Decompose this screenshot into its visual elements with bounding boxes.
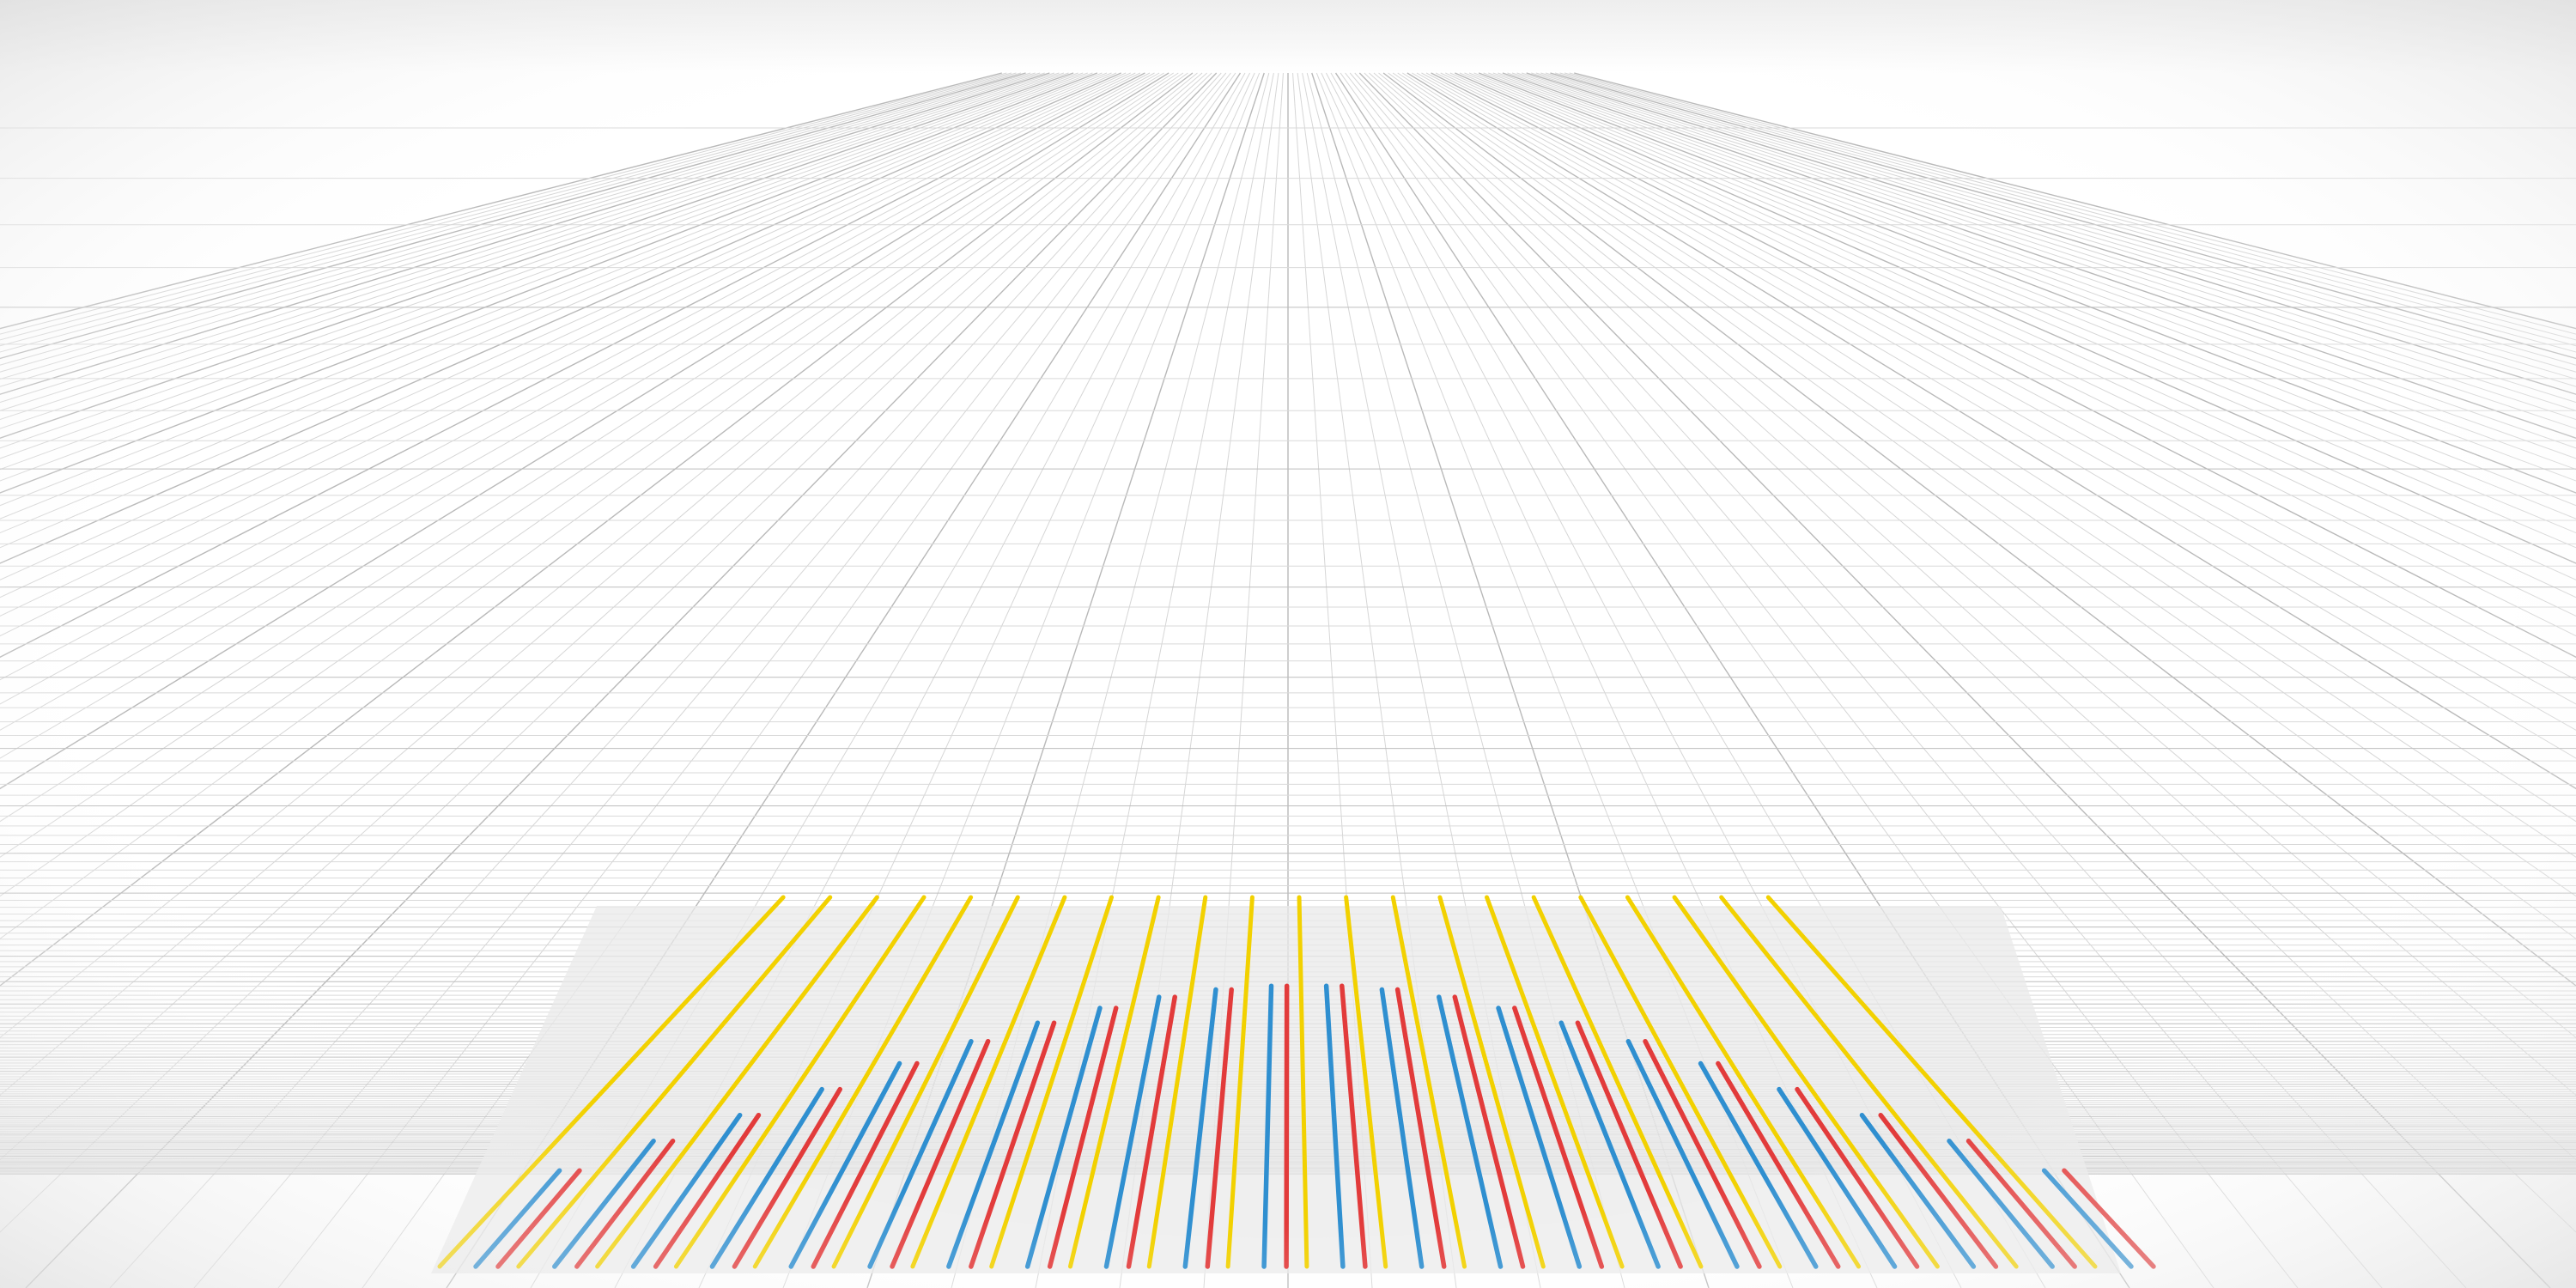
bar-series-3-11 bbox=[1284, 983, 1290, 1269]
chart-floor-shadow bbox=[431, 906, 2121, 1273]
perspective-bar-chart bbox=[0, 0, 2576, 1288]
horizon-sky bbox=[0, 0, 2576, 73]
